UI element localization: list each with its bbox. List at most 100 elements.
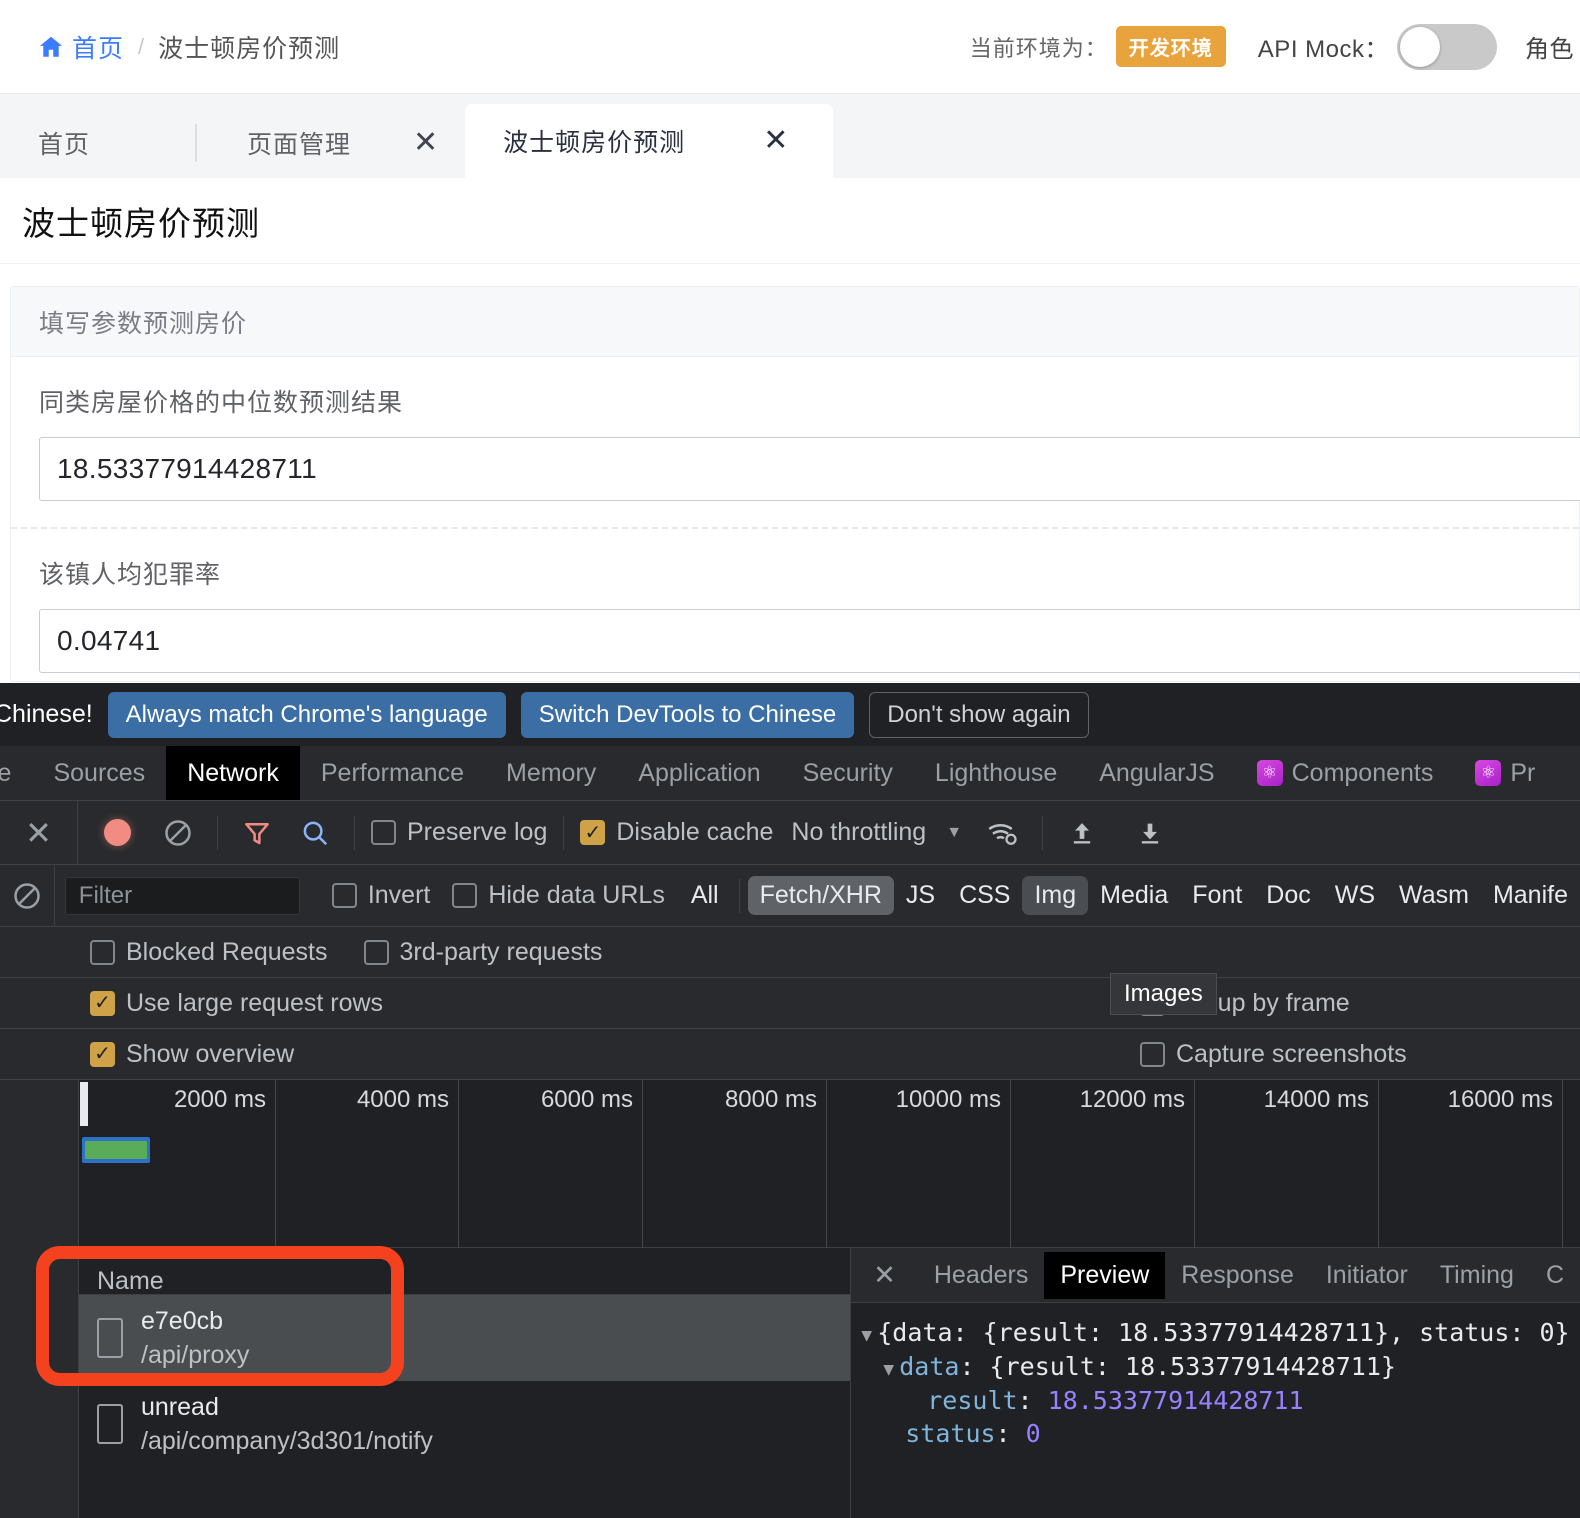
request-name: e7e0cb	[141, 1306, 224, 1335]
request-detail-pane: ✕ Headers Preview Response Initiator Tim…	[851, 1248, 1580, 1518]
tab-boston-housing[interactable]: 波士顿房价预测 ✕	[465, 104, 834, 178]
ptab-label: Network	[187, 758, 279, 787]
devtools-panel-tabs: le Sources Network Performance Memory Ap…	[0, 746, 1580, 801]
json-root-line[interactable]: ▼ {data: {result: 18.53377914428711}, sta…	[861, 1316, 1580, 1350]
filter-media[interactable]: Media	[1088, 876, 1180, 915]
tab-memory[interactable]: Memory	[485, 746, 617, 800]
breadcrumb-home-link[interactable]: 首页	[72, 29, 124, 65]
tab-application[interactable]: Application	[617, 746, 781, 800]
chevron-down-icon[interactable]: ▼	[946, 824, 962, 842]
median-price-input[interactable]: 18.53377914428711	[39, 437, 1580, 501]
tab-response[interactable]: Response	[1165, 1252, 1310, 1299]
hide-data-urls-checkbox[interactable]: Hide data URLs	[452, 881, 665, 910]
show-overview-checkbox[interactable]: Show overview	[90, 1040, 294, 1069]
checkbox-label: Capture screenshots	[1176, 1039, 1407, 1068]
tab-home[interactable]: 首页	[0, 108, 195, 178]
close-icon[interactable]: ✕	[413, 128, 439, 158]
funnel-glyph	[245, 822, 269, 844]
tab-security[interactable]: Security	[782, 746, 914, 800]
checkbox-label: Show overview	[126, 1039, 295, 1068]
export-har-icon[interactable]	[1127, 810, 1173, 856]
api-mock-label: API Mock：	[1257, 36, 1389, 63]
filter-img[interactable]: Img	[1022, 876, 1089, 915]
ptab-label: Security	[802, 758, 893, 787]
tab-performance[interactable]: Performance	[300, 746, 485, 800]
checkbox-box	[331, 883, 357, 908]
table-row[interactable]: unread /api/company/3d301/notify	[79, 1381, 850, 1467]
search-icon[interactable]	[292, 810, 338, 856]
record-icon[interactable]	[104, 819, 131, 846]
tab-profiler[interactable]: ⚛ Pr	[1454, 746, 1556, 800]
card-header: 填写参数预测房价	[11, 287, 1579, 357]
filter-js[interactable]: JS	[894, 876, 947, 915]
switch-to-chinese-button[interactable]: Switch DevTools to Chinese	[520, 691, 855, 738]
json-key-result: result	[927, 1385, 1018, 1415]
ptab-label: Performance	[320, 758, 464, 787]
json-data-line[interactable]: ▼ data: {result: 18.53377914428711}	[861, 1350, 1580, 1384]
block-icon[interactable]	[0, 864, 55, 927]
funnel-icon[interactable]	[234, 810, 280, 856]
checkbox-label: Invert	[367, 881, 431, 909]
use-large-request-rows-checkbox[interactable]: Use large request rows	[90, 989, 383, 1018]
tick-label: 6000 ms	[540, 1086, 633, 1113]
capture-screenshots-checkbox[interactable]: Capture screenshots	[1140, 1040, 1407, 1069]
tab-sources[interactable]: Sources	[32, 746, 166, 800]
network-bottom-split: Name e7e0cb /api/proxy unread /api/compa…	[0, 1248, 1580, 1518]
close-detail-icon[interactable]: ✕	[851, 1260, 918, 1291]
disclosure-triangle-icon[interactable]: ▼	[883, 1358, 899, 1382]
filter-all[interactable]: All	[679, 876, 731, 915]
tick-label: 2000 ms	[173, 1086, 266, 1113]
always-match-language-button[interactable]: Always match Chrome's language	[107, 691, 506, 738]
disable-cache-checkbox[interactable]: Disable cache	[580, 818, 773, 847]
tab-initiator[interactable]: Initiator	[1310, 1252, 1424, 1299]
preserve-log-checkbox[interactable]: Preserve log	[371, 818, 547, 847]
option-row-2-left: Use large request rows	[90, 989, 383, 1018]
filter-doc[interactable]: Doc	[1254, 876, 1322, 915]
clear-icon[interactable]	[155, 810, 201, 856]
filter-divider	[738, 878, 740, 913]
wifi-settings-icon[interactable]	[980, 810, 1026, 856]
role-label: 角色	[1525, 36, 1574, 63]
page-title: 波士顿房价预测	[22, 204, 260, 242]
network-toolbar: ✕ Preserve log ✓ Disable cache No thrott…	[0, 800, 1580, 865]
tab-lighthouse[interactable]: Lighthouse	[914, 746, 1078, 800]
timeline-tick: 2000 ms	[79, 1080, 276, 1248]
filter-input[interactable]: Filter	[64, 876, 300, 915]
blocked-requests-checkbox[interactable]: Blocked Requests	[90, 938, 328, 967]
crime-rate-input[interactable]: 0.04741	[39, 609, 1580, 673]
tab-preview[interactable]: Preview	[1044, 1251, 1166, 1299]
api-mock-toggle[interactable]	[1397, 23, 1497, 70]
filter-wasm[interactable]: Wasm	[1387, 876, 1481, 915]
home-icon[interactable]	[38, 34, 64, 60]
tab-strip: 首页 页面管理 ✕ 波士顿房价预测 ✕	[0, 94, 1580, 178]
tab-headers[interactable]: Headers	[918, 1252, 1045, 1299]
request-text: e7e0cb /api/proxy	[141, 1307, 249, 1370]
close-icon[interactable]: ✕	[763, 126, 789, 156]
filter-fetch-xhr[interactable]: Fetch/XHR	[747, 876, 894, 915]
checkbox-box	[363, 939, 389, 965]
tab-network[interactable]: Network	[166, 746, 300, 800]
tab-console[interactable]: le	[0, 746, 32, 800]
tab-timing[interactable]: Timing	[1424, 1252, 1530, 1299]
tick-label: 16000 ms	[1447, 1086, 1553, 1113]
network-overview-timeline[interactable]: 2000 ms 4000 ms 6000 ms 8000 ms 10000 ms…	[78, 1080, 1580, 1248]
close-devtools-drawer-icon[interactable]: ✕	[0, 800, 78, 865]
third-party-requests-checkbox[interactable]: 3rd-party requests	[363, 938, 602, 967]
tick-label: 8000 ms	[724, 1086, 817, 1113]
import-har-icon[interactable]	[1059, 810, 1105, 856]
filter-ws[interactable]: WS	[1323, 876, 1387, 915]
json-root-prefix: {data: {result:	[877, 1318, 1119, 1347]
tab-components[interactable]: ⚛ Components	[1236, 746, 1455, 800]
tab-page-management[interactable]: 页面管理 ✕	[195, 108, 465, 178]
filter-font[interactable]: Font	[1180, 876, 1254, 915]
filter-css[interactable]: CSS	[947, 876, 1022, 915]
throttling-select[interactable]: No throttling	[791, 818, 926, 847]
toggle-knob	[1400, 26, 1440, 67]
tab-angularjs[interactable]: AngularJS	[1078, 746, 1235, 800]
tab-cookies[interactable]: C	[1530, 1252, 1580, 1299]
disclosure-triangle-icon[interactable]: ▼	[861, 1324, 877, 1348]
filter-manifest[interactable]: Manife	[1481, 876, 1580, 915]
table-row[interactable]: e7e0cb /api/proxy	[79, 1295, 851, 1381]
dont-show-again-button[interactable]: Don't show again	[869, 691, 1089, 738]
invert-checkbox[interactable]: Invert	[331, 881, 431, 910]
